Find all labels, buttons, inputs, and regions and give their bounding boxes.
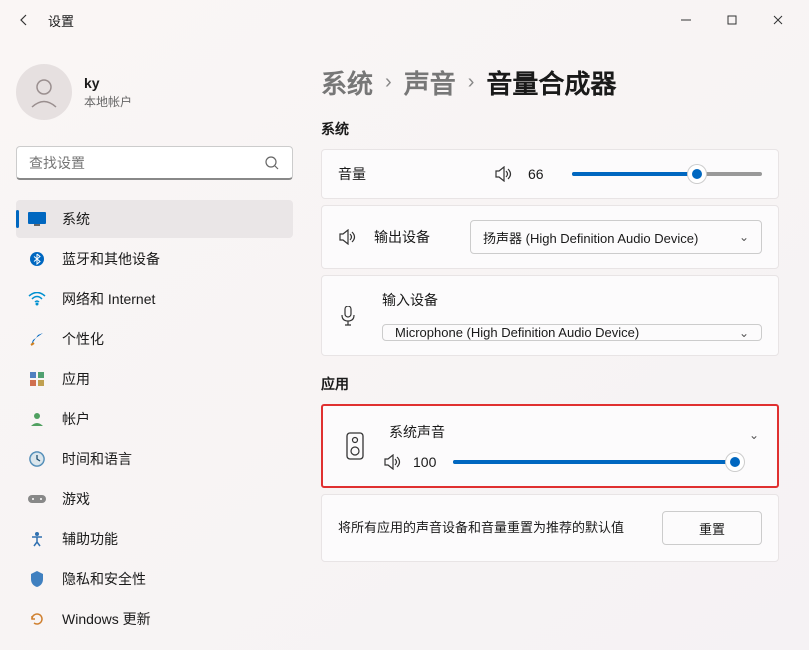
nav-gaming[interactable]: 游戏 xyxy=(16,480,293,518)
maximize-icon xyxy=(726,14,738,26)
close-icon xyxy=(772,14,784,26)
nav-windows-update[interactable]: Windows 更新 xyxy=(16,600,293,638)
chevron-down-icon: ⌄ xyxy=(739,326,749,340)
input-device-dropdown[interactable]: Microphone (High Definition Audio Device… xyxy=(382,324,762,341)
breadcrumb-sound[interactable]: 声音 xyxy=(404,64,456,101)
chevron-down-icon: ⌄ xyxy=(739,230,749,244)
input-device-card: 输入设备 Microphone (High Definition Audio D… xyxy=(321,275,779,356)
main-content: 系统 › 声音 › 音量合成器 系统 音量 66 xyxy=(305,40,809,650)
user-profile[interactable]: ky 本地帐户 xyxy=(16,56,293,136)
nav-list: 系统 蓝牙和其他设备 网络和 Internet 个性化 应用 xyxy=(16,200,293,638)
apps-icon xyxy=(28,370,46,388)
input-device-label: 输入设备 xyxy=(382,290,762,310)
minimize-icon xyxy=(680,14,692,26)
system-sounds-slider[interactable] xyxy=(453,460,735,464)
bluetooth-icon xyxy=(28,250,46,268)
output-device-selected: 扬声器 (High Definition Audio Device) xyxy=(483,228,731,247)
person-icon xyxy=(26,74,62,110)
brush-icon xyxy=(28,330,46,348)
shield-icon xyxy=(28,570,46,588)
system-sounds-label: 系统声音 xyxy=(389,422,735,442)
system-sounds-card: 系统声音 100 ⌄ xyxy=(321,404,779,488)
master-volume-card: 音量 66 xyxy=(321,149,779,199)
breadcrumb-current: 音量合成器 xyxy=(486,64,616,101)
minimize-button[interactable] xyxy=(663,4,709,36)
input-device-selected: Microphone (High Definition Audio Device… xyxy=(395,325,731,340)
titlebar: 设置 xyxy=(0,0,809,40)
avatar xyxy=(16,64,72,120)
volume-slider[interactable] xyxy=(572,172,762,176)
system-sounds-value: 100 xyxy=(413,454,443,470)
nav-system[interactable]: 系统 xyxy=(16,200,293,238)
account-icon xyxy=(28,410,46,428)
speaker-icon[interactable] xyxy=(383,454,403,470)
nav-label: 隐私和安全性 xyxy=(62,569,146,589)
volume-value: 66 xyxy=(528,166,558,182)
apps-section-label: 应用 xyxy=(321,374,779,394)
breadcrumb: 系统 › 声音 › 音量合成器 xyxy=(321,64,779,101)
back-button[interactable] xyxy=(8,4,40,36)
speaker-icon[interactable] xyxy=(494,166,514,182)
microphone-icon xyxy=(338,306,358,326)
sidebar: ky 本地帐户 系统 蓝牙和其他设备 网络和 In xyxy=(0,40,305,650)
nav-label: 游戏 xyxy=(62,489,90,509)
display-icon xyxy=(28,210,46,228)
nav-label: 网络和 Internet xyxy=(62,289,155,309)
nav-time-language[interactable]: 时间和语言 xyxy=(16,440,293,478)
arrow-left-icon xyxy=(16,12,32,28)
nav-label: 系统 xyxy=(62,209,90,229)
game-icon xyxy=(28,490,46,508)
update-icon xyxy=(28,610,46,628)
nav-label: Windows 更新 xyxy=(62,609,151,629)
search-icon xyxy=(264,155,280,171)
reset-button-label: 重置 xyxy=(699,519,725,538)
nav-label: 个性化 xyxy=(62,329,104,349)
nav-accessibility[interactable]: 辅助功能 xyxy=(16,520,293,558)
nav-privacy[interactable]: 隐私和安全性 xyxy=(16,560,293,598)
user-subtitle: 本地帐户 xyxy=(84,93,132,110)
wifi-icon xyxy=(28,290,46,308)
output-device-dropdown[interactable]: 扬声器 (High Definition Audio Device) ⌄ xyxy=(470,220,762,254)
nav-label: 应用 xyxy=(62,369,90,389)
reset-description: 将所有应用的声音设备和音量重置为推荐的默认值 xyxy=(338,518,648,538)
chevron-right-icon: › xyxy=(385,71,392,94)
chevron-right-icon: › xyxy=(468,71,475,94)
nav-label: 帐户 xyxy=(62,409,90,429)
nav-accounts[interactable]: 帐户 xyxy=(16,400,293,438)
nav-network[interactable]: 网络和 Internet xyxy=(16,280,293,318)
nav-label: 时间和语言 xyxy=(62,449,132,469)
search-field[interactable] xyxy=(29,155,264,171)
clock-icon xyxy=(28,450,46,468)
nav-personalization[interactable]: 个性化 xyxy=(16,320,293,358)
speaker-icon xyxy=(338,229,358,245)
nav-bluetooth[interactable]: 蓝牙和其他设备 xyxy=(16,240,293,278)
reset-card: 将所有应用的声音设备和音量重置为推荐的默认值 重置 xyxy=(321,494,779,562)
system-sounds-icon xyxy=(341,426,369,466)
user-name: ky xyxy=(84,75,132,91)
search-input[interactable] xyxy=(16,146,293,180)
system-section-label: 系统 xyxy=(321,119,779,139)
close-button[interactable] xyxy=(755,4,801,36)
breadcrumb-system[interactable]: 系统 xyxy=(321,64,373,101)
chevron-down-icon[interactable]: ⌄ xyxy=(749,428,759,442)
maximize-button[interactable] xyxy=(709,4,755,36)
output-device-card: 输出设备 扬声器 (High Definition Audio Device) … xyxy=(321,205,779,269)
accessibility-icon xyxy=(28,530,46,548)
volume-label: 音量 xyxy=(338,164,418,184)
nav-label: 辅助功能 xyxy=(62,529,118,549)
window-title: 设置 xyxy=(48,11,74,30)
nav-label: 蓝牙和其他设备 xyxy=(62,249,160,269)
reset-button[interactable]: 重置 xyxy=(662,511,762,545)
nav-apps[interactable]: 应用 xyxy=(16,360,293,398)
output-device-label: 输出设备 xyxy=(374,227,454,247)
